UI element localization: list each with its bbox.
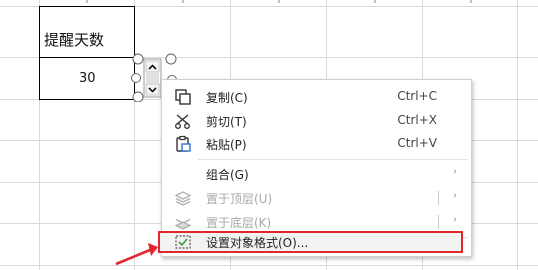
menu-item-label: 设置对象格式(O)...	[206, 236, 309, 250]
menu-item-label: 置于底层(K)	[206, 216, 272, 230]
menu-item-format-object[interactable]: 设置对象格式(O)...	[158, 231, 471, 255]
menu-item-bring-to-front[interactable]: 置于顶层(U) ›	[162, 186, 471, 210]
split-divider	[438, 215, 439, 229]
menu-item-group[interactable]: 组合(G) ›	[162, 162, 471, 186]
header-cell-reminder-days[interactable]: 提醒天数	[44, 29, 104, 50]
menu-item-paste[interactable]: 粘贴(P) Ctrl+V	[162, 132, 471, 156]
menu-item-cut[interactable]: 剪切(T) Ctrl+X	[162, 109, 471, 133]
shortcut-label: Ctrl+X	[397, 113, 437, 127]
highlight-box	[158, 231, 463, 253]
cut-icon	[175, 114, 190, 129]
menu-item-label: 复制(C)	[206, 91, 248, 105]
menu-item-label: 置于顶层(U)	[206, 192, 273, 206]
red-arrow-icon	[115, 243, 158, 266]
shortcut-label: Ctrl+V	[397, 136, 437, 150]
context-menu: 复制(C) Ctrl+C 剪切(T) Ctrl+X 粘贴(P) Ctrl+V 组…	[158, 79, 472, 257]
paste-icon	[176, 135, 191, 152]
menu-item-label: 粘贴(P)	[206, 138, 247, 152]
format-object-icon	[175, 235, 191, 249]
bring-to-front-icon	[174, 191, 192, 206]
menu-item-label: 组合(G)	[206, 168, 249, 182]
copy-icon	[175, 89, 191, 105]
submenu-arrow-icon: ›	[453, 191, 457, 201]
menu-item-label: 剪切(T)	[206, 115, 247, 129]
value-cell-30[interactable]: 30	[79, 71, 96, 86]
shortcut-label: Ctrl+C	[397, 89, 437, 103]
submenu-arrow-icon: ›	[453, 215, 457, 225]
menu-item-copy[interactable]: 复制(C) Ctrl+C	[162, 85, 471, 109]
submenu-arrow-icon: ›	[453, 167, 457, 177]
menu-separator	[198, 159, 468, 160]
split-divider	[438, 191, 439, 205]
send-to-back-icon	[174, 218, 192, 230]
